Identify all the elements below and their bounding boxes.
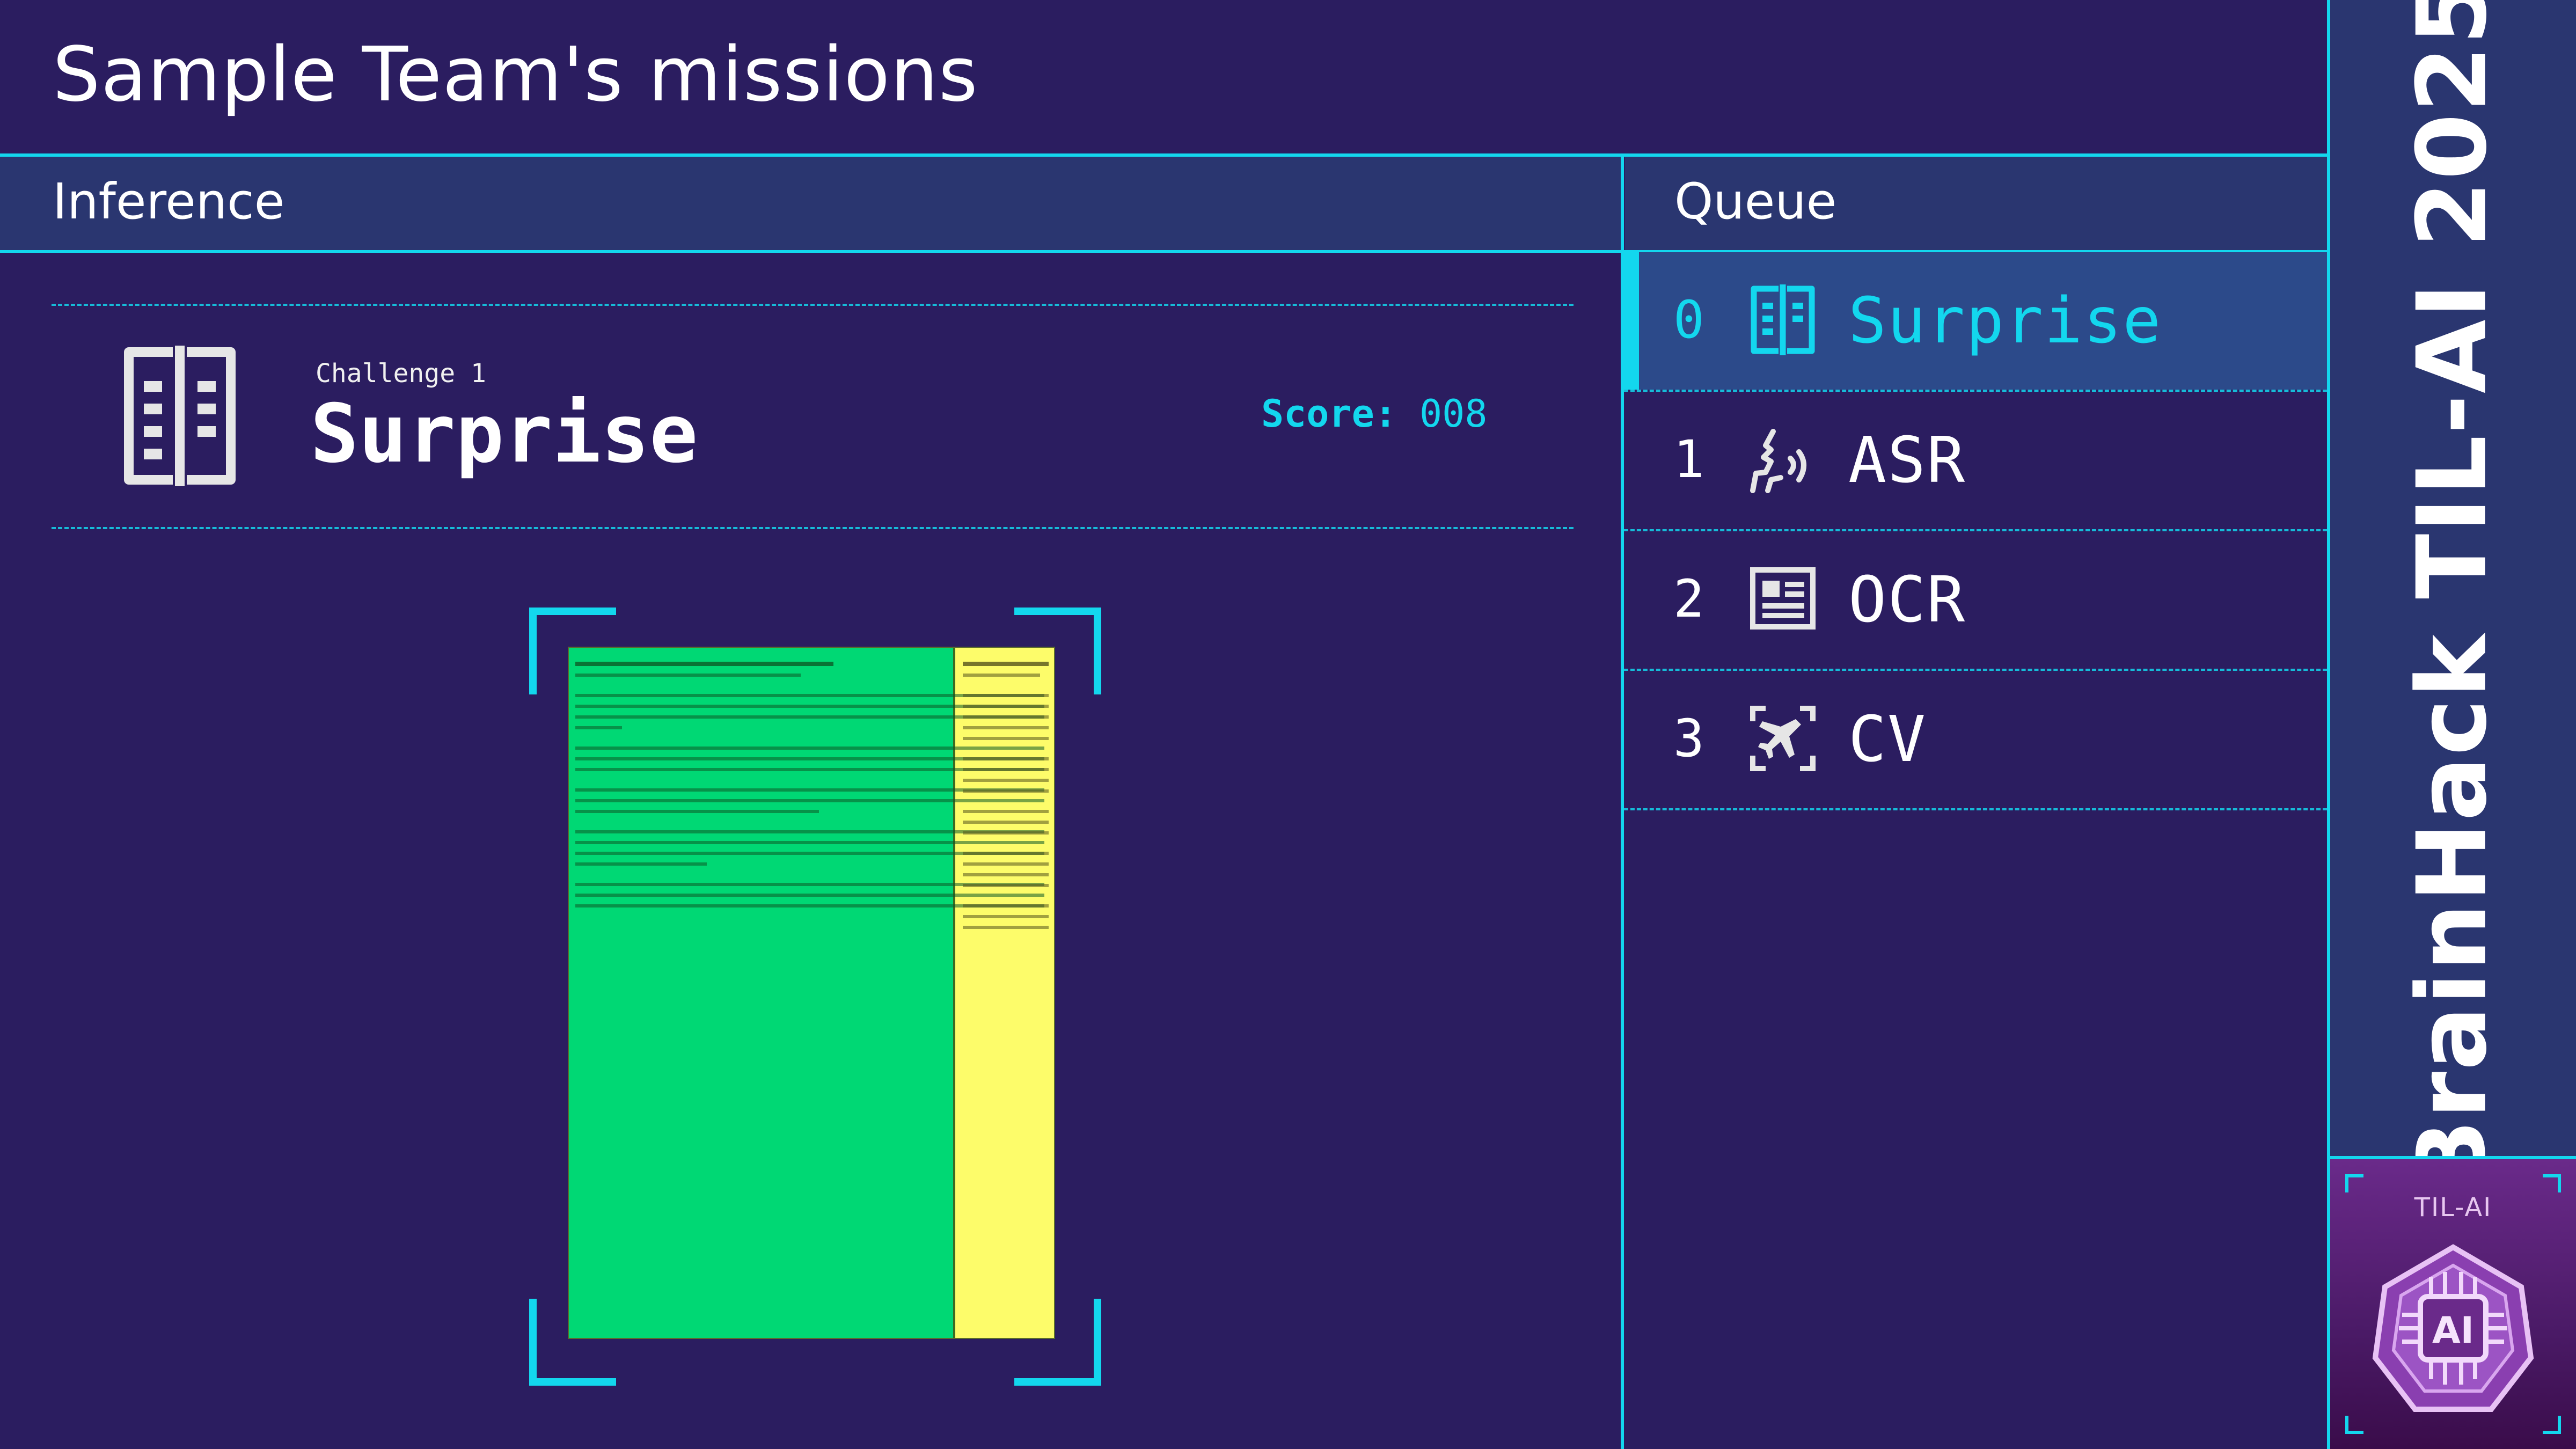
queue-item-index: 2 xyxy=(1673,569,1704,629)
queue-item-label: OCR xyxy=(1848,562,1966,636)
challenge-number: Challenge 1 xyxy=(316,358,486,389)
score-value: 008 xyxy=(1419,392,1488,436)
queue-item-index: 1 xyxy=(1673,429,1704,489)
page-title: Sample Team's missions xyxy=(53,31,978,119)
queue-item-index: 3 xyxy=(1673,708,1704,769)
queue-item-surprise[interactable]: 0 Surprise xyxy=(1624,252,2327,390)
document-preview xyxy=(568,647,1055,1339)
queue-item-ocr[interactable]: 2 OCR xyxy=(1624,531,2327,669)
til-ai-logo: TIL-AI AI xyxy=(2330,1159,2576,1449)
inference-label: Inference xyxy=(53,173,285,230)
sidebar-title: BrainHack TIL-AI 2025 xyxy=(2396,0,2508,1193)
queue-item-index: 0 xyxy=(1673,290,1704,350)
document-columns-icon xyxy=(1750,284,1816,355)
ai-chip-icon: AI xyxy=(2365,1240,2542,1417)
queue-item-cv[interactable]: 3 CV xyxy=(1624,671,2327,808)
challenge-bottom-divider xyxy=(52,527,1574,529)
queue-label: Queue xyxy=(1674,173,1837,230)
airplane-target-icon xyxy=(1750,703,1816,774)
logo-badge-text: AI xyxy=(2432,1309,2474,1352)
challenge-top-divider xyxy=(52,304,1574,306)
active-indicator xyxy=(1624,252,1639,390)
title-bar: Sample Team's missions xyxy=(0,0,2327,153)
score-label: Score: xyxy=(1261,392,1397,436)
queue-item-label: ASR xyxy=(1848,423,1966,497)
newspaper-icon xyxy=(1750,564,1816,634)
document-right-column-lines xyxy=(963,662,1049,936)
queue-divider xyxy=(1624,808,2327,810)
document-columns-icon xyxy=(121,346,238,486)
queue-item-label: CV xyxy=(1848,702,1927,776)
speaking-head-icon xyxy=(1750,424,1816,495)
score-display: Score: 008 xyxy=(1261,392,1487,436)
challenge-title: Surprise xyxy=(310,387,698,481)
queue-item-label: Surprise xyxy=(1848,283,2162,357)
queue-item-asr[interactable]: 1 ASR xyxy=(1624,392,2327,529)
